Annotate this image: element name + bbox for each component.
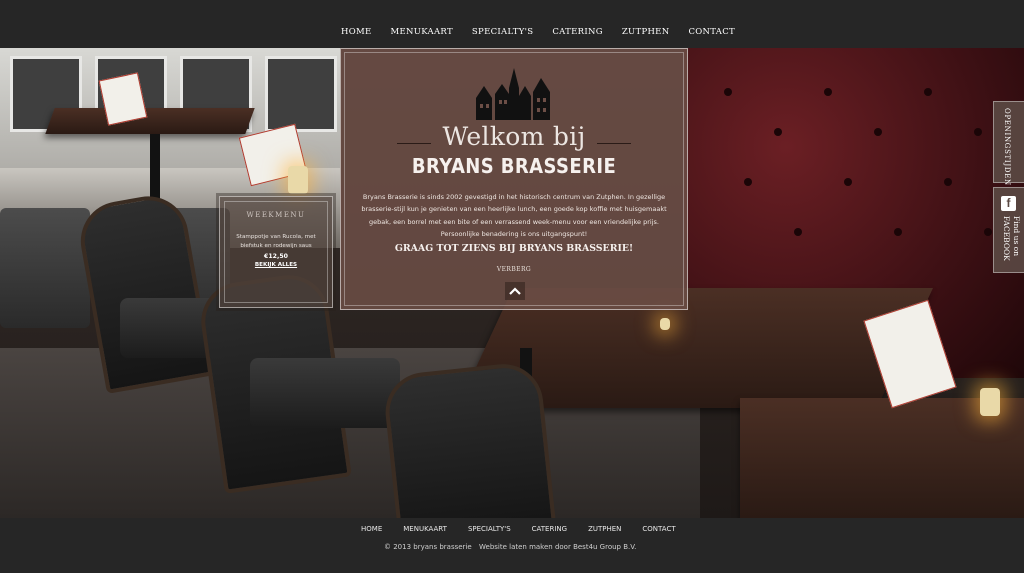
footer-nav-zutphen[interactable]: ZUTPHEN — [588, 525, 621, 533]
facebook-label: Find us on FACEBOOK — [1002, 216, 1021, 261]
nav-item-zutphen[interactable]: ZUTPHEN — [622, 27, 670, 37]
nav-item-specialtys[interactable]: SPECIALTY'S — [472, 27, 533, 37]
booth-tuft — [824, 88, 832, 96]
candle — [288, 166, 308, 194]
copyright-text: © 2013 bryans brasserie — [384, 543, 472, 551]
window-pane — [265, 56, 337, 132]
facebook-tab[interactable]: f Find us on FACEBOOK — [993, 187, 1024, 273]
facebook-icon: f — [1001, 196, 1016, 211]
heading-rule-right — [597, 143, 631, 144]
collapse-button[interactable] — [505, 282, 525, 300]
city-skyline-logo — [476, 68, 550, 120]
booth-tuft — [874, 128, 882, 136]
top-nav-list: HOME MENUKAART SPECIALTY'S CATERING ZUTP… — [341, 27, 754, 37]
nav-item-catering[interactable]: CATERING — [552, 27, 602, 37]
chair-seat — [250, 358, 400, 428]
brasserie-name: BRYANS BRASSERIE — [411, 154, 617, 179]
table — [45, 108, 255, 134]
opening-hours-label: OPENINGSTIJDEN — [1003, 108, 1011, 186]
hide-panel-link[interactable]: VERBERG — [341, 266, 687, 273]
nav-item-contact[interactable]: CONTACT — [688, 27, 735, 37]
welcome-tagline: GRAAG TOT ZIENS BIJ BRYANS BRASSERIE! — [394, 243, 634, 254]
footer-nav-home[interactable]: HOME — [361, 525, 382, 533]
nav-item-menukaart[interactable]: MENUKAART — [391, 27, 453, 37]
booth-tuft — [984, 228, 992, 236]
weekmenu-view-all-link[interactable]: BEKIJK ALLES — [220, 262, 332, 268]
credit-link[interactable]: Website laten maken door Best4u Group B.… — [479, 543, 636, 551]
footer-nav-specialtys[interactable]: SPECIALTY'S — [468, 525, 511, 533]
booth-tuft — [924, 88, 932, 96]
booth-tuft — [844, 178, 852, 186]
chevron-up-icon — [509, 287, 521, 295]
booth-tuft — [774, 128, 782, 136]
booth-tuft — [894, 228, 902, 236]
welcome-heading: Welkom bij — [442, 122, 586, 151]
chair — [381, 360, 557, 518]
table — [740, 398, 1024, 518]
welcome-panel: Welkom bij BRYANS BRASSERIE Bryans Brass… — [340, 48, 688, 310]
candle — [660, 318, 670, 330]
weekmenu-title: WEEKMENU — [246, 211, 306, 219]
weekmenu-price: €12,50 — [264, 253, 288, 260]
booth-tuft — [724, 88, 732, 96]
footer-nav-menukaart[interactable]: MENUKAART — [403, 525, 447, 533]
booth-tuft — [944, 178, 952, 186]
candle — [980, 388, 1000, 416]
footer: HOME MENUKAART SPECIALTY'S CATERING ZUTP… — [0, 518, 1024, 573]
welcome-text: Bryans Brasserie is sinds 2002 gevestigd… — [361, 193, 667, 238]
booth-tuft — [974, 128, 982, 136]
heading-rule-left — [397, 143, 431, 144]
booth-tuft — [744, 178, 752, 186]
opening-hours-tab[interactable]: OPENINGSTIJDEN — [993, 101, 1024, 186]
footer-nav-contact[interactable]: CONTACT — [642, 525, 675, 533]
footer-nav-catering[interactable]: CATERING — [532, 525, 567, 533]
booth-tuft — [794, 228, 802, 236]
ottoman-seat — [0, 208, 90, 328]
weekmenu-panel: WEEKMENU Stamppotje van Rucola, met bief… — [219, 196, 333, 308]
weekmenu-description: Stamppotje van Rucola, met biefstuk en r… — [236, 234, 316, 249]
nav-item-home[interactable]: HOME — [341, 27, 372, 37]
top-navigation: HOME MENUKAART SPECIALTY'S CATERING ZUTP… — [0, 0, 1024, 48]
footer-nav-list: HOME MENUKAART SPECIALTY'S CATERING ZUTP… — [361, 525, 697, 533]
